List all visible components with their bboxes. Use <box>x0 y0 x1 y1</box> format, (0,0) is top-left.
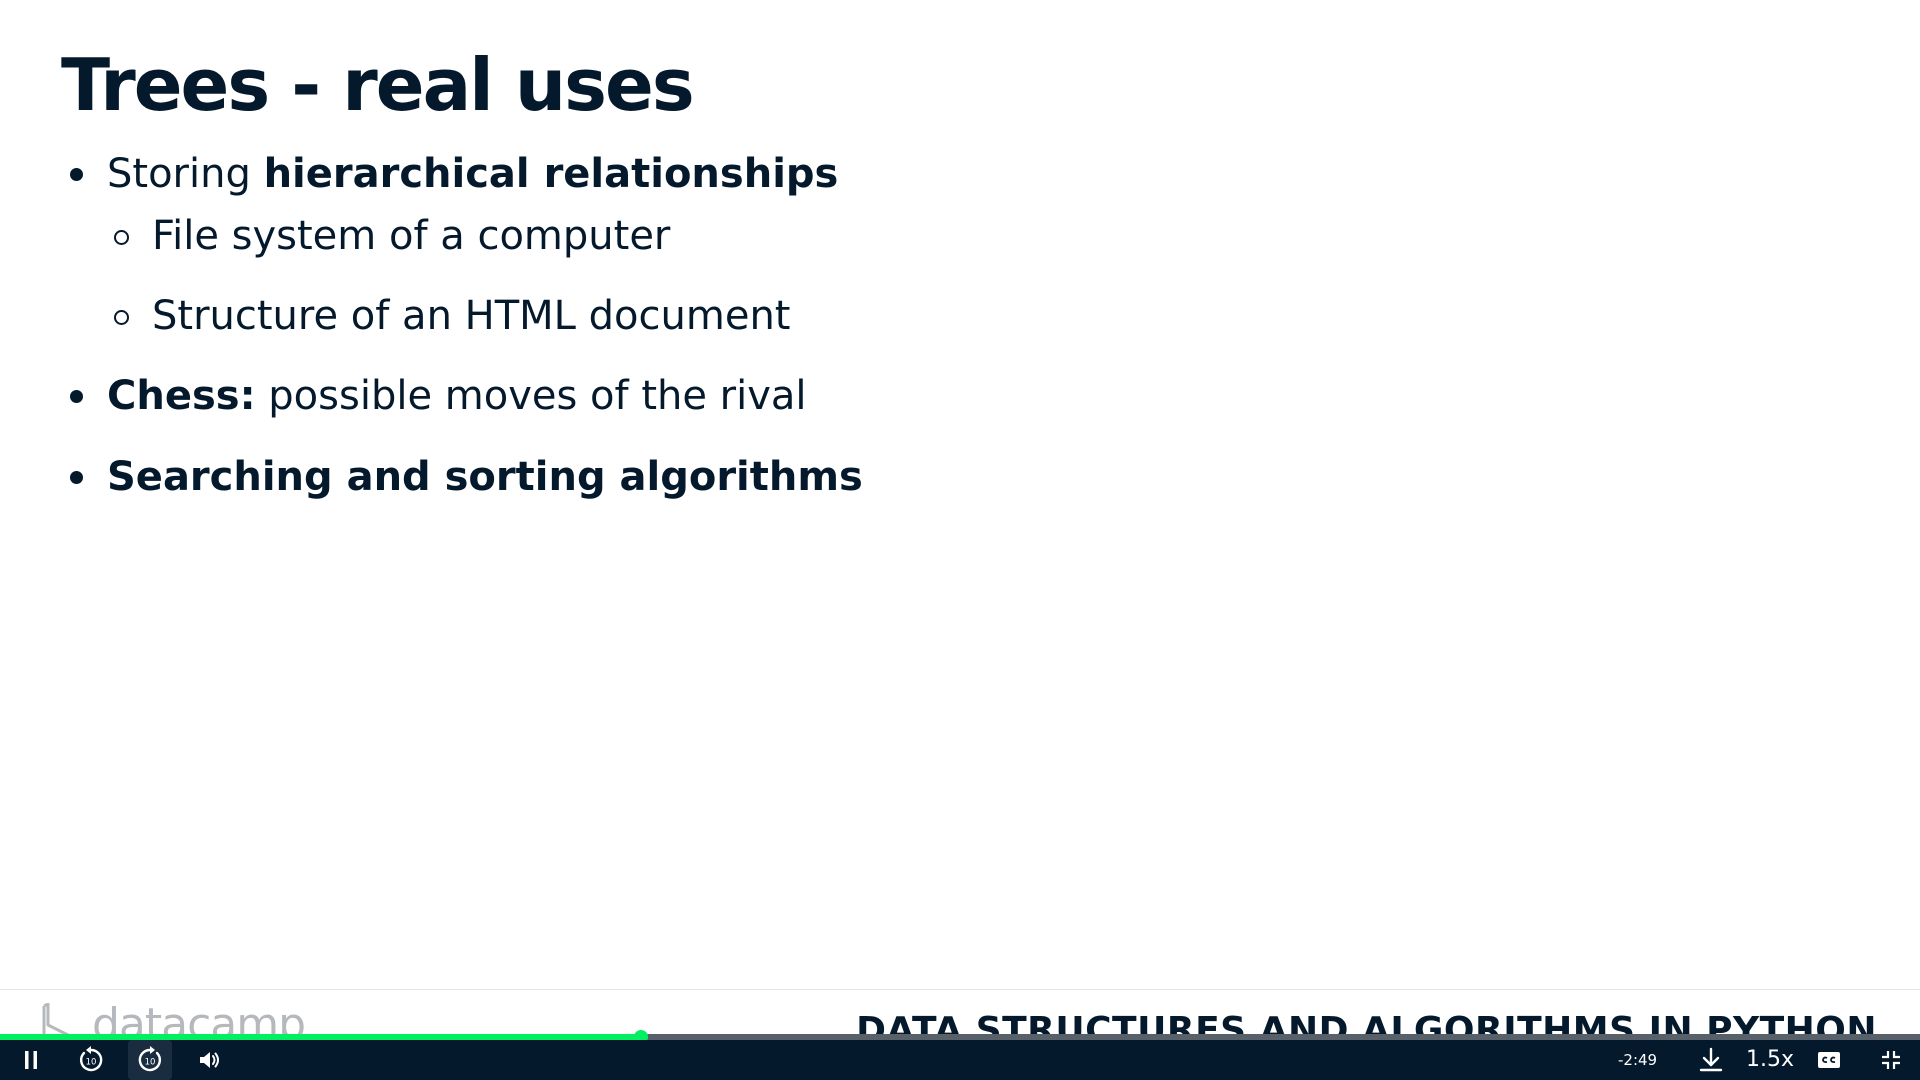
slide: Trees - real uses Storing hierarchical r… <box>0 0 1920 1035</box>
datacamp-logo-text: datacamp <box>92 999 306 1035</box>
bullet-searching-sorting: Searching and sorting algorithms <box>70 452 863 502</box>
bullet-storing: Storing hierarchical relationships <box>70 149 838 199</box>
forward-10-icon: 10 <box>138 1046 162 1072</box>
course-title: DATA STRUCTURES AND ALGORITHMS IN PYTHON <box>856 1010 1877 1035</box>
rewind-10-button[interactable]: 10 <box>72 1040 110 1080</box>
slide-title: Trees - real uses <box>61 43 695 127</box>
captions-button[interactable] <box>1814 1040 1844 1080</box>
sub-bullet-file-system: File system of a computer <box>114 211 670 261</box>
svg-text:10: 10 <box>145 1058 156 1068</box>
exit-fullscreen-icon <box>1882 1051 1900 1069</box>
video-controls: 10 10 -2:49 1.5x <box>0 1040 1920 1080</box>
download-button[interactable] <box>1696 1040 1726 1080</box>
bullet-chess: Chess: possible moves of the rival <box>70 371 807 421</box>
volume-icon <box>200 1052 219 1068</box>
svg-text:10: 10 <box>86 1058 97 1068</box>
bullet-dot <box>70 390 83 403</box>
footer-divider <box>0 989 1920 990</box>
volume-button[interactable] <box>195 1040 225 1080</box>
sub-bullet-html-structure: Structure of an HTML document <box>114 291 790 341</box>
exit-fullscreen-button[interactable] <box>1876 1040 1906 1080</box>
rewind-10-icon: 10 <box>79 1046 103 1072</box>
bullet-dot <box>70 168 83 181</box>
captions-icon <box>1818 1052 1840 1068</box>
playback-speed[interactable]: 1.5x <box>1746 1040 1794 1080</box>
pause-button[interactable] <box>14 1040 48 1080</box>
pause-icon <box>25 1051 37 1069</box>
bullet-circle <box>114 310 129 325</box>
bullet-dot <box>70 471 83 484</box>
datacamp-logo-icon <box>42 1003 72 1035</box>
bullet-circle <box>114 230 129 245</box>
forward-10-button[interactable]: 10 <box>128 1040 172 1080</box>
download-icon <box>1699 1047 1723 1072</box>
time-remaining: -2:49 <box>1618 1051 1658 1069</box>
